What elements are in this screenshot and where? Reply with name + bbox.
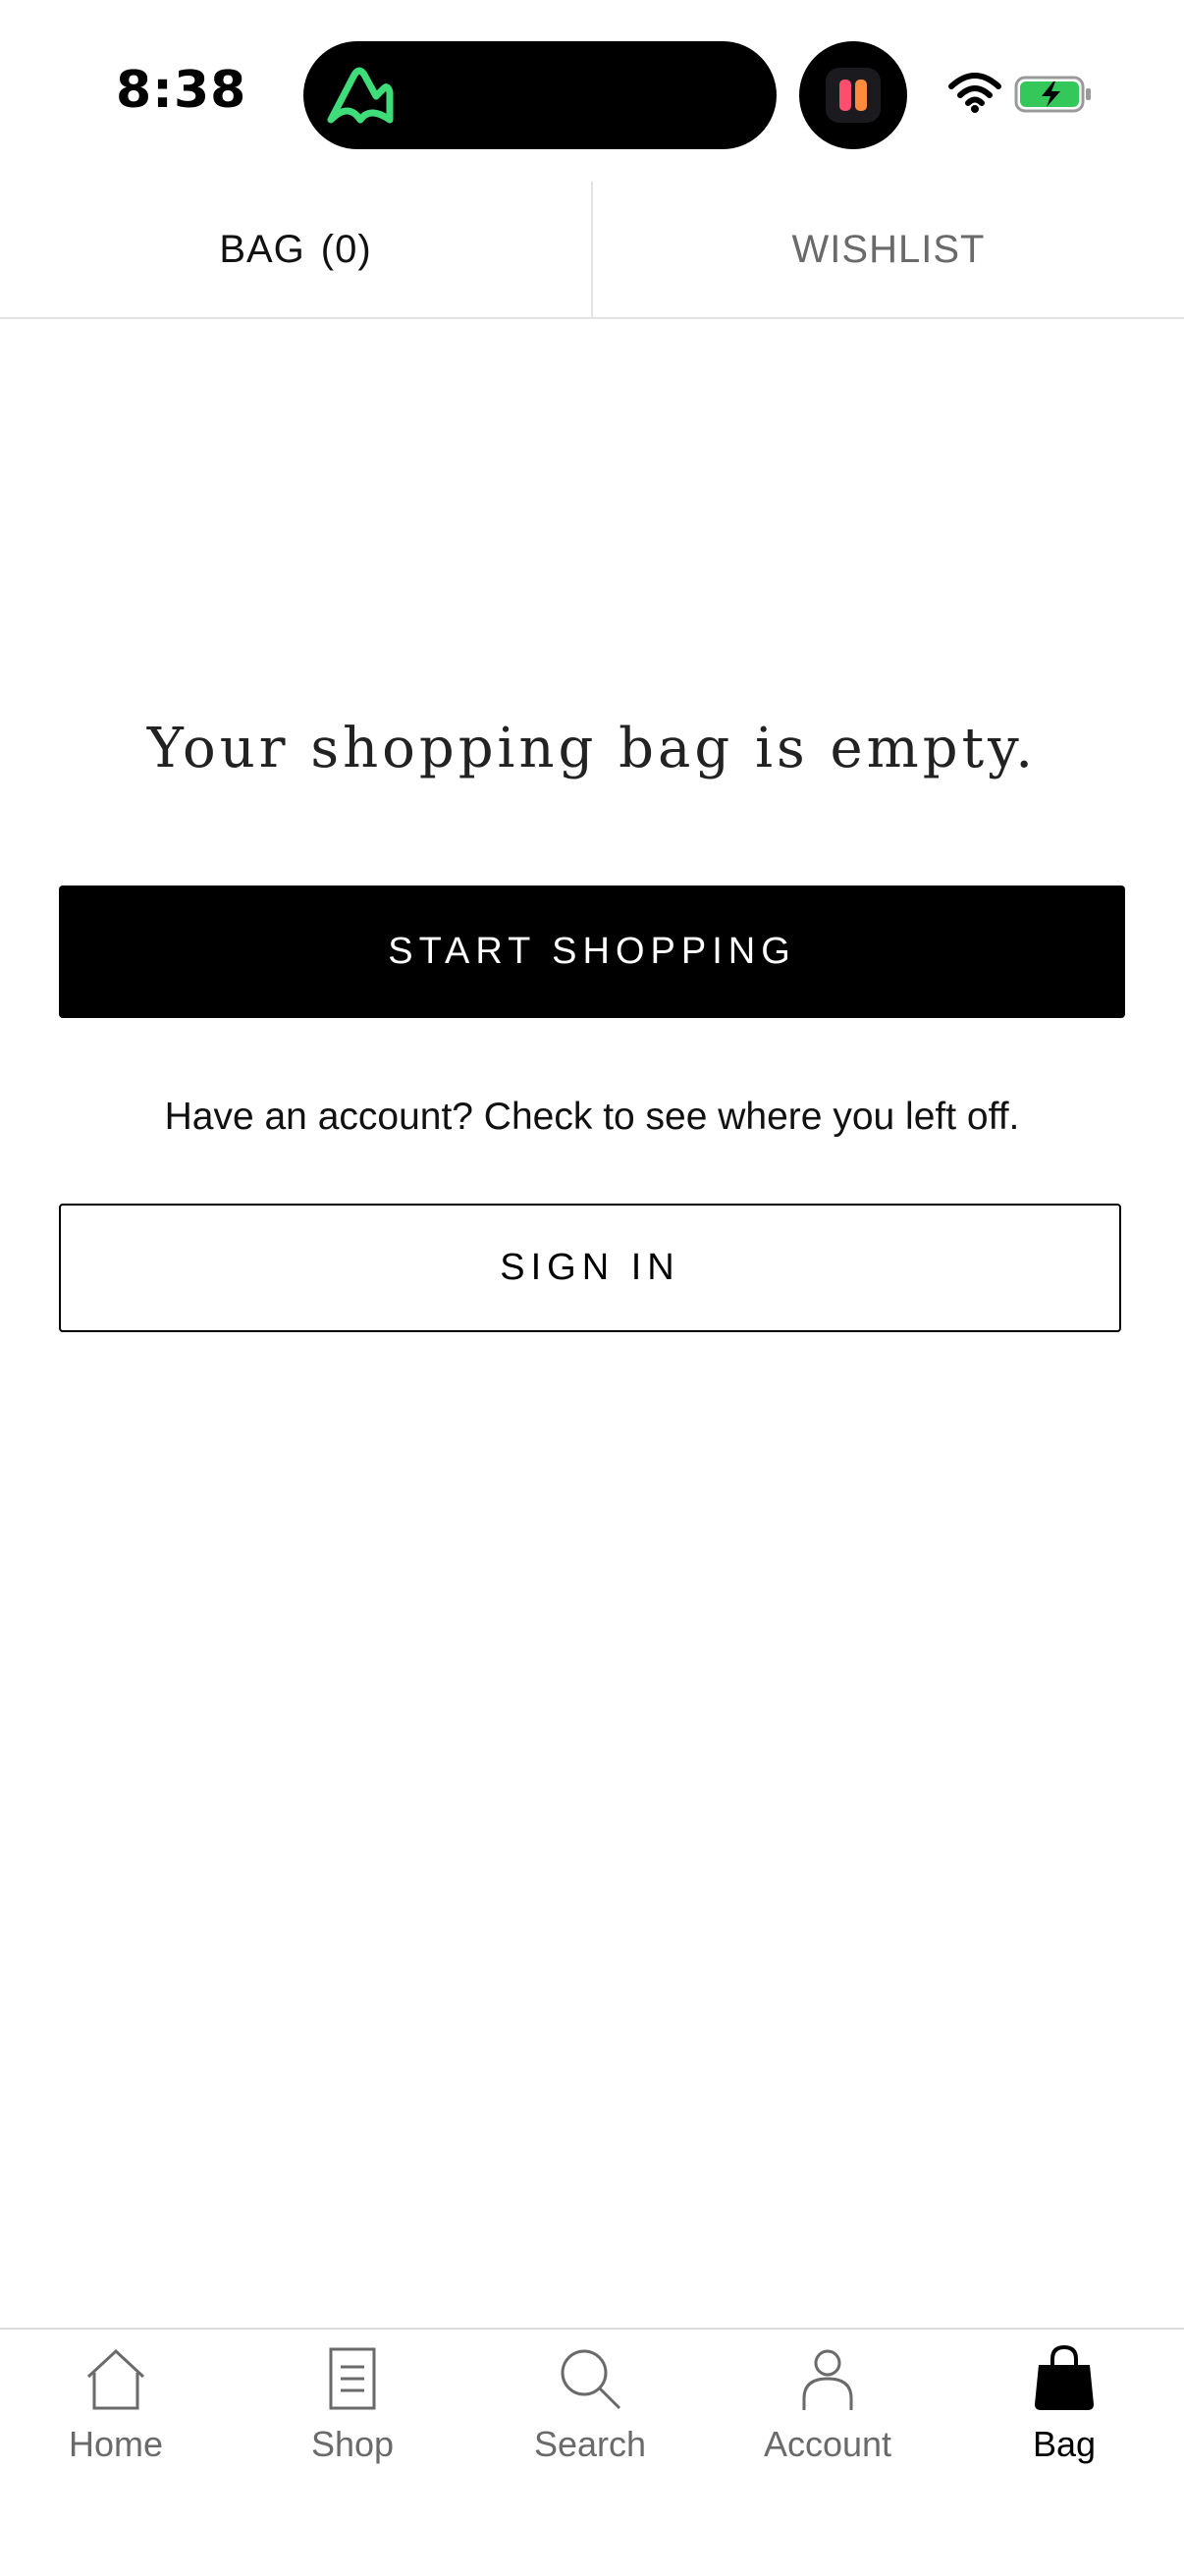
account-prompt-text: Have an account? Check to see where you … <box>164 1096 1020 1138</box>
nav-account-label: Account <box>763 2424 892 2464</box>
nav-account[interactable]: Account <box>729 2343 926 2491</box>
tab-wishlist-label: WISHLIST <box>791 227 986 271</box>
nav-shop[interactable]: Shop <box>254 2343 451 2491</box>
nav-search[interactable]: Search <box>492 2343 688 2491</box>
nav-home-label: Home <box>68 2424 164 2464</box>
mountain-app-icon <box>327 67 394 124</box>
live-activity-bubble[interactable] <box>799 41 907 149</box>
dynamic-island[interactable] <box>303 41 777 149</box>
sign-in-button[interactable]: SIGN IN <box>59 1204 1121 1332</box>
start-shopping-button[interactable]: START SHOPPING <box>59 886 1125 1018</box>
status-bar: 8:38 <box>0 0 1184 182</box>
person-icon <box>802 2349 853 2410</box>
search-icon <box>561 2349 621 2410</box>
app-activity-icon <box>826 68 881 123</box>
empty-bag-message: Your shopping bag is empty. <box>146 717 1038 780</box>
bag-icon <box>1035 2344 1094 2410</box>
tab-wishlist[interactable]: WISHLIST <box>593 182 1184 317</box>
nav-bag[interactable]: Bag <box>966 2343 1162 2491</box>
status-time: 8:38 <box>116 61 247 120</box>
shop-list-icon <box>329 2347 376 2410</box>
bottom-nav: Home Shop Search Account Bag <box>0 2328 1184 2576</box>
bag-wishlist-tabs: BAG (0) WISHLIST <box>0 182 1184 319</box>
tab-bag-label: BAG <box>219 227 305 271</box>
nav-bag-label: Bag <box>1032 2424 1097 2464</box>
battery-charging-icon <box>1014 76 1091 113</box>
wifi-icon <box>948 73 1001 113</box>
nav-shop-label: Shop <box>310 2424 395 2464</box>
nav-search-label: Search <box>533 2424 647 2464</box>
nav-home[interactable]: Home <box>18 2343 214 2491</box>
tab-bag[interactable]: BAG (0) <box>0 182 591 317</box>
home-icon <box>86 2348 145 2410</box>
tab-bag-count: (0) <box>320 227 372 271</box>
